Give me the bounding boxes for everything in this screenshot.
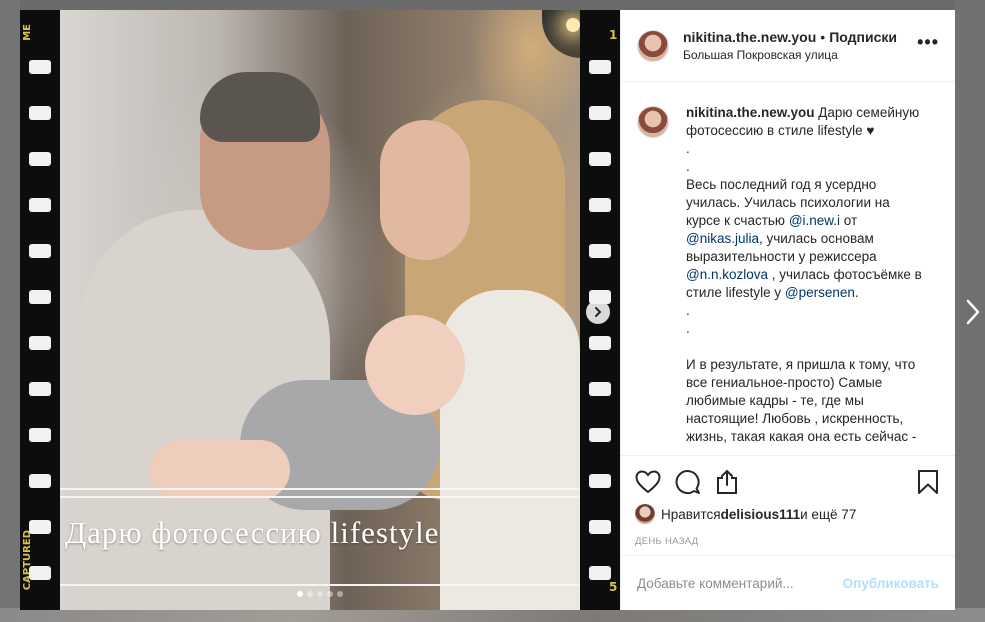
caption-username[interactable]: nikitina.the.new.you [686, 105, 815, 120]
likes-suffix[interactable]: и ещё 77 [800, 507, 856, 522]
woman-face [380, 120, 470, 260]
film-sprocket-hole [29, 428, 51, 442]
chevron-right-icon [595, 307, 602, 317]
mention-link[interactable]: @n.n.kozlova [686, 267, 768, 282]
separator-dot: • [820, 29, 826, 45]
caption-dot: . [686, 159, 690, 174]
author-username[interactable]: nikitina.the.new.you [683, 29, 816, 45]
more-options-icon[interactable]: ••• [917, 32, 939, 59]
post-side-panel: nikitina.the.new.you • Подписки Большая … [620, 10, 955, 610]
feed-backdrop [0, 608, 985, 622]
film-sprocket-hole [589, 198, 611, 212]
caption-text: от [840, 213, 861, 228]
caption-avatar[interactable] [637, 106, 669, 138]
film-sprocket-hole [29, 382, 51, 396]
post-header: nikitina.the.new.you • Подписки Большая … [621, 10, 955, 82]
publish-button[interactable]: Опубликовать [843, 576, 939, 591]
film-sprocket-hole [29, 152, 51, 166]
comments-area: nikitina.the.new.you Дарю семейную фотос… [621, 82, 955, 455]
film-label-bottom-left: CAPTURED [22, 530, 33, 591]
follow-button[interactable]: Подписки [829, 29, 897, 45]
film-label-bottom-right: 5 [609, 580, 618, 594]
share-button[interactable] [715, 466, 755, 498]
caption-line-top [60, 488, 580, 490]
bookmark-icon [918, 470, 938, 494]
post-timestamp[interactable]: День назад [635, 536, 941, 555]
likes-row: Нравится delisious111 и ещё 77 [635, 504, 941, 524]
carousel-dot [297, 591, 303, 597]
backdrop-left [0, 0, 20, 622]
carousel-dot [307, 591, 313, 597]
mention-link[interactable]: @nikas.julia [686, 231, 759, 246]
film-sprocket-hole [29, 520, 51, 534]
film-sprocket-hole [589, 152, 611, 166]
post-media: Дарю фотосессию lifestyle ME CAPTURED 1 … [20, 10, 620, 610]
add-comment-bar: Опубликовать [621, 555, 955, 610]
comment-button[interactable] [675, 466, 715, 498]
film-sprocket-hole [29, 566, 51, 580]
film-sprocket-hole [589, 382, 611, 396]
caption-line-bottom [60, 584, 580, 586]
film-sprocket-hole [589, 428, 611, 442]
carousel-dot [317, 591, 323, 597]
photo-overlay-text: Дарю фотосессию lifestyle [65, 515, 440, 550]
film-sprocket-hole [589, 566, 611, 580]
header-text: nikitina.the.new.you • Подписки Большая … [683, 29, 917, 62]
next-post-arrow[interactable] [962, 296, 984, 328]
baby-head [365, 315, 465, 415]
chevron-right-icon [966, 299, 980, 325]
film-label-top-left: ME [22, 24, 33, 41]
film-sprocket-hole [589, 336, 611, 350]
caption-text: . [854, 285, 859, 300]
caption-dot: . [686, 303, 690, 318]
film-sprocket-hole [29, 474, 51, 488]
mention-link[interactable]: @i.new.i [789, 213, 840, 228]
film-sprocket-hole [589, 520, 611, 534]
share-icon [717, 469, 737, 494]
caption-text: И в результате, я пришла к тому, что все… [686, 357, 919, 444]
likes-prefix: Нравится [661, 506, 721, 522]
like-button[interactable] [635, 466, 675, 498]
heart-icon [635, 470, 661, 494]
location-link[interactable]: Большая Покровская улица [683, 48, 917, 62]
man-hair [200, 72, 320, 142]
film-sprocket-hole [29, 336, 51, 350]
save-button[interactable] [917, 466, 941, 498]
film-sprocket-hole [29, 198, 51, 212]
liker-username[interactable]: delisious111 [721, 507, 801, 522]
liker-avatar[interactable] [635, 504, 655, 524]
film-sprocket-hole [29, 60, 51, 74]
woman-body [440, 290, 580, 610]
film-sprocket-hole [29, 290, 51, 304]
film-sprocket-hole [589, 290, 611, 304]
comment-input[interactable] [637, 575, 843, 591]
comment-icon [675, 470, 700, 494]
carousel-dot [337, 591, 343, 597]
mention-link[interactable]: @persenen [785, 285, 855, 300]
post-actions: Нравится delisious111 и ещё 77 День наза… [621, 455, 955, 555]
film-label-top-right: 1 [609, 28, 618, 42]
film-sprocket-hole [29, 106, 51, 120]
post-modal: Дарю фотосессию lifestyle ME CAPTURED 1 … [20, 10, 955, 610]
caption-line-top-2 [60, 496, 580, 498]
post-caption: nikitina.the.new.you Дарю семейную фотос… [686, 104, 924, 455]
film-sprocket-hole [589, 244, 611, 258]
carousel-dots [297, 591, 343, 597]
caption-dot: . [686, 141, 690, 156]
caption-dot: . [686, 321, 690, 336]
film-sprocket-hole [589, 60, 611, 74]
baby-leg [150, 440, 290, 500]
film-sprocket-hole [589, 106, 611, 120]
lamp-glow [566, 18, 580, 32]
film-sprocket-hole [589, 474, 611, 488]
author-avatar[interactable] [637, 29, 669, 62]
carousel-dot [327, 591, 333, 597]
film-sprocket-hole [29, 244, 51, 258]
